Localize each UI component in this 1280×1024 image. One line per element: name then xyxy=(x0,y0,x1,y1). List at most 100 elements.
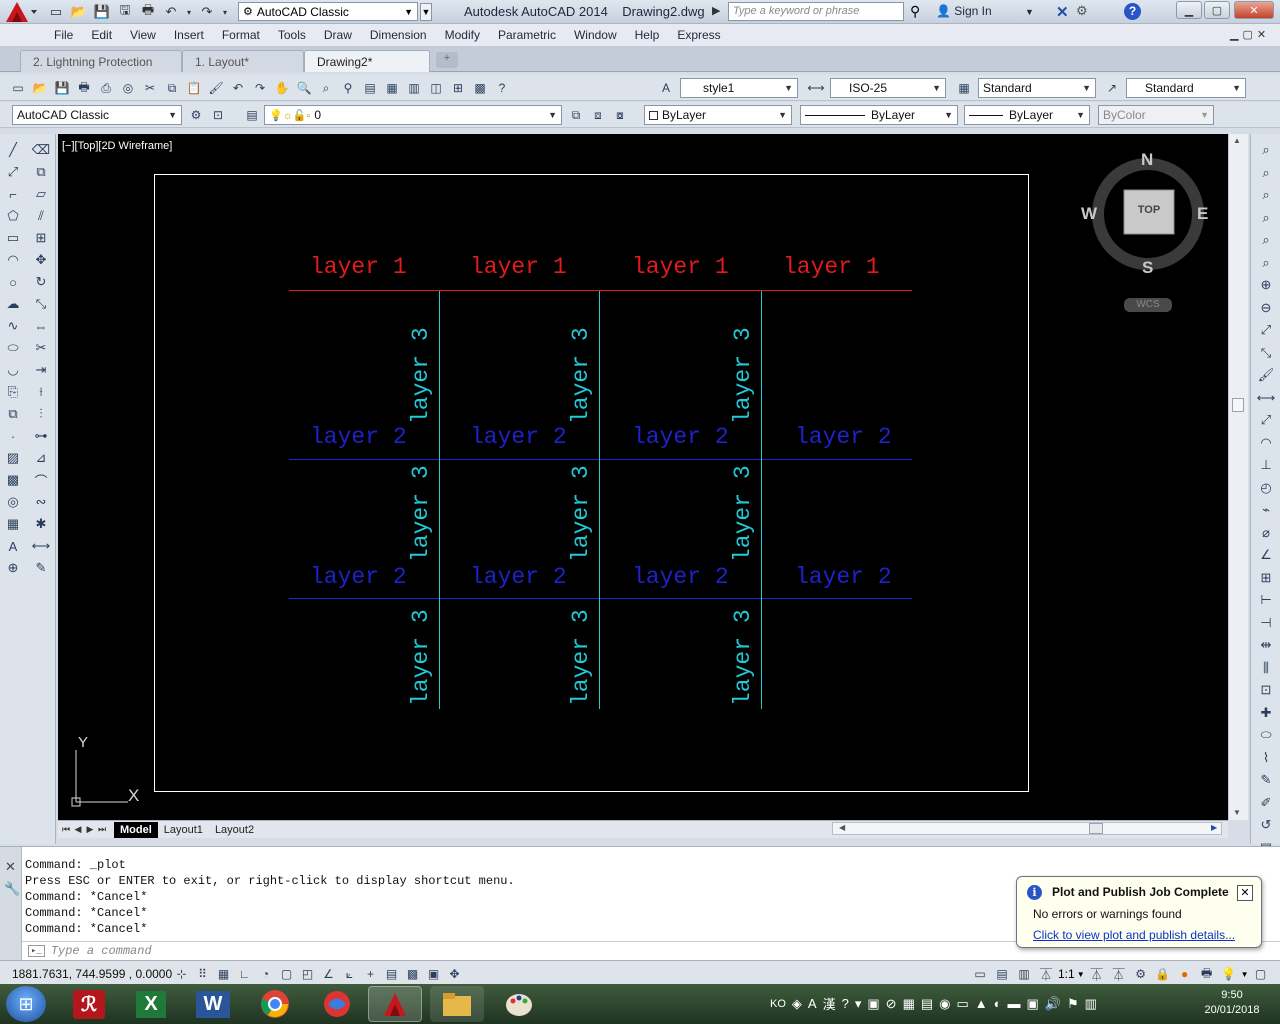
redo-icon[interactable]: ↷ xyxy=(250,78,270,98)
multileader-style-icon[interactable]: ↗ xyxy=(1102,78,1122,98)
snap-mode-icon[interactable]: ⠿ xyxy=(193,964,212,984)
add-selected-icon[interactable]: ⊕ xyxy=(2,558,24,578)
layer-states-icon[interactable]: ⧇ xyxy=(610,105,630,125)
copy-icon[interactable]: ⧉ xyxy=(162,78,182,98)
menu-item-view[interactable]: View xyxy=(122,28,166,42)
fillet-icon[interactable]: ⌒ xyxy=(30,470,52,490)
hatch-icon[interactable]: ▨ xyxy=(2,448,24,468)
help-icon[interactable]: ? xyxy=(492,78,512,98)
dim-break-icon[interactable]: ⫼ xyxy=(1255,658,1277,679)
layer3-line[interactable] xyxy=(599,291,600,709)
line-icon[interactable]: ╱ xyxy=(2,140,24,160)
layer3-text[interactable]: layer 3 xyxy=(730,609,756,706)
file-tab-lightning-protection[interactable]: 2. Lightning Protection xyxy=(20,50,182,72)
plot-preview-icon[interactable]: ⎙ xyxy=(96,78,116,98)
save-icon[interactable]: 💾 xyxy=(52,78,72,98)
autodesk-360-icon[interactable]: ⚙ xyxy=(1076,3,1088,19)
dim-diameter-icon[interactable]: ⌀ xyxy=(1255,523,1277,544)
taskbar-word-icon[interactable]: W xyxy=(186,986,240,1022)
customize-icon[interactable]: ⊡ xyxy=(208,105,228,125)
layer3-text[interactable]: layer 3 xyxy=(730,327,756,424)
new-tab-icon[interactable]: + xyxy=(436,52,458,68)
ime-globe-icon[interactable]: ◈ xyxy=(792,996,802,1012)
volume-icon[interactable]: 🔊 xyxy=(1045,996,1061,1012)
layer2-text[interactable]: layer 2 xyxy=(310,564,407,590)
arc-icon[interactable]: ◠ xyxy=(2,250,24,270)
tray-app-2-icon[interactable]: ⊘ xyxy=(886,996,897,1012)
dim-baseline-icon[interactable]: ⊢ xyxy=(1255,590,1277,611)
table-style-select[interactable]: Standard ▼ xyxy=(978,78,1096,98)
erase-icon[interactable]: ⌫ xyxy=(30,140,52,160)
edit-icon[interactable]: ✎ xyxy=(30,558,52,578)
tray-app-5-icon[interactable]: ◉ xyxy=(939,996,950,1012)
explode-icon[interactable]: ✱ xyxy=(30,514,52,534)
zoom-dynamic-icon[interactable]: ⌕ xyxy=(1255,185,1277,206)
chevron-down-icon[interactable]: ▼ xyxy=(1077,970,1085,979)
redo-icon[interactable]: ↷ xyxy=(197,2,217,22)
offset-icon[interactable]: ⫽ xyxy=(30,206,52,226)
horizontal-scrollbar[interactable]: ◀ ▶ xyxy=(832,822,1222,835)
coordinate-display[interactable]: 1881.7631, 744.9599 , 0.0000 xyxy=(12,967,172,981)
action-center-flag-icon[interactable]: ⚑ xyxy=(1067,996,1079,1012)
wrench-icon[interactable]: 🔧 xyxy=(4,881,20,897)
save-as-icon[interactable]: 🖫 xyxy=(115,2,135,22)
start-button[interactable]: ⊞ xyxy=(6,986,46,1022)
next-tab-icon[interactable]: ▶ xyxy=(84,824,96,835)
polygon-icon[interactable]: ⬠ xyxy=(2,206,24,226)
scroll-up-icon[interactable]: ▲ xyxy=(1233,136,1241,145)
save-icon[interactable]: 💾 xyxy=(92,2,112,22)
undo-icon[interactable]: ↶ xyxy=(228,78,248,98)
minimize-button[interactable]: ▁ xyxy=(1176,1,1202,19)
vertical-scroll-thumb[interactable] xyxy=(1232,398,1244,412)
color-select[interactable]: ByLayer ▼ xyxy=(644,105,792,125)
layer3-text[interactable]: layer 3 xyxy=(408,609,434,706)
zoom-realtime-icon[interactable]: 🔍 xyxy=(294,78,314,98)
layer1-text[interactable]: layer 1 xyxy=(783,254,880,280)
layer3-text[interactable]: layer 3 xyxy=(408,327,434,424)
zoom-realtime-icon[interactable]: ⌕ xyxy=(1255,140,1277,161)
plot-status-icon[interactable]: 🖶 xyxy=(1197,964,1217,984)
layer2-text[interactable]: layer 2 xyxy=(632,564,729,590)
plotstyle-select[interactable]: ByColor ▼ xyxy=(1098,105,1214,125)
taskbar-autocad-icon[interactable] xyxy=(368,986,422,1022)
workspace-select[interactable]: AutoCAD Classic ▼ xyxy=(12,105,182,125)
lineweight-icon[interactable]: ▤ xyxy=(382,964,401,984)
zoom-in-icon[interactable]: ⊕ xyxy=(1255,275,1277,296)
isolate-objects-icon[interactable]: 💡 xyxy=(1219,964,1239,984)
application-menu-button[interactable] xyxy=(0,0,40,24)
selection-cycling-icon[interactable]: ✥ xyxy=(445,964,464,984)
taskbar-acrobat-icon[interactable]: ℛ xyxy=(62,986,116,1022)
layer2-text[interactable]: layer 2 xyxy=(470,424,567,450)
compass-east[interactable]: E xyxy=(1197,204,1208,224)
menu-item-dimension[interactable]: Dimension xyxy=(362,28,437,42)
trim-icon[interactable]: ✂ xyxy=(30,338,52,358)
infer-constraints-icon[interactable]: ⊹ xyxy=(172,964,191,984)
blend-curves-icon[interactable]: ∾ xyxy=(30,492,52,512)
dimension-icon[interactable]: ⟷ xyxy=(30,536,52,556)
quick-view-layouts-icon[interactable]: ▤ xyxy=(992,964,1012,984)
markup-icon[interactable]: ⊞ xyxy=(448,78,468,98)
properties-icon[interactable]: ▤ xyxy=(360,78,380,98)
dim-jogged-icon[interactable]: ⌁ xyxy=(1255,500,1277,521)
help-icon[interactable]: ? xyxy=(1124,3,1141,20)
taskbar-chrome-icon[interactable] xyxy=(248,986,302,1022)
table-icon[interactable]: ▦ xyxy=(2,514,24,534)
vertical-scrollbar[interactable]: ▲ ▼ xyxy=(1228,134,1248,820)
drawing-viewport[interactable]: [−][Top][2D Wireframe] layer 1 layer 1 lay… xyxy=(58,134,1228,820)
compass-south[interactable]: S xyxy=(1142,258,1153,278)
menu-item-help[interactable]: Help xyxy=(627,28,670,42)
object-snap-tracking-icon[interactable]: ∠ xyxy=(319,964,338,984)
layer2-text[interactable]: layer 2 xyxy=(470,564,567,590)
hardware-acceleration-icon[interactable]: ● xyxy=(1175,964,1195,984)
layer-select[interactable]: 💡☼🔓▫ 0 ▼ xyxy=(264,105,562,125)
quickcalc-icon[interactable]: ▩ xyxy=(470,78,490,98)
open-icon[interactable]: 📂 xyxy=(69,2,89,22)
3d-object-snap-icon[interactable]: ◰ xyxy=(298,964,317,984)
workspace-switching-icon[interactable]: ⚙ xyxy=(1131,964,1151,984)
plot-icon[interactable]: 🖶 xyxy=(74,78,94,98)
sign-in-button[interactable]: 👤 Sign In ▼ xyxy=(936,4,1034,18)
file-tab-layout[interactable]: 1. Layout* xyxy=(182,50,304,72)
menu-item-edit[interactable]: Edit xyxy=(83,28,122,42)
clock[interactable]: 9:50 20/01/2018 xyxy=(1192,988,1272,1018)
viewcube[interactable]: TOP N S W E xyxy=(1081,150,1210,278)
